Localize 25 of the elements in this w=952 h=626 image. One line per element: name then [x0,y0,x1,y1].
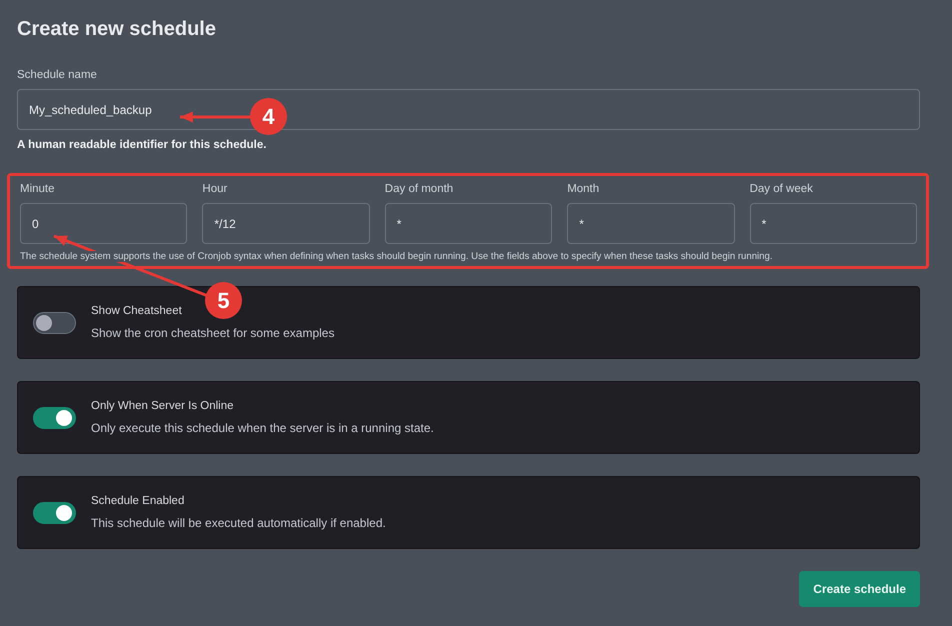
option-description: Only execute this schedule when the server is in a running state. [91,421,434,435]
create-schedule-button[interactable]: Create schedule [799,571,920,607]
toggle-switch[interactable] [33,312,76,334]
field-label: Schedule name [17,69,98,81]
cron-field[interactable]: * [750,203,917,244]
field-label: Day of week [750,183,814,195]
option-description: This schedule will be executed automatically if enabled. [91,516,386,530]
page-title: Create new schedule [17,18,217,41]
help-text: The schedule system supports the use of Cronjob syntax when defining when tasks should begin running. Use the fields above to specify when these tasks should begin running. [20,251,772,262]
option-title: Only When Server Is Online [91,400,234,412]
option-title: Show Cheatsheet [91,305,182,317]
cron-field[interactable]: * [567,203,735,244]
toggle-switch[interactable] [33,406,76,428]
cron-field[interactable]: 0 [20,203,188,244]
field-label: Day of month [384,183,454,195]
cron-field[interactable]: * [384,203,552,244]
toggle-switch[interactable] [33,502,76,524]
number-badge: 4 [250,98,287,135]
field-label: Minute [20,183,56,195]
option-description: Show the cron cheatsheet for some examples [91,326,334,340]
help-text: A human readable identifier for this schedule. [17,139,268,151]
field-label: Month [567,183,600,195]
field-label: Hour [202,183,228,195]
option-title: Schedule Enabled [91,495,184,507]
cron-field[interactable]: */12 [202,203,370,244]
